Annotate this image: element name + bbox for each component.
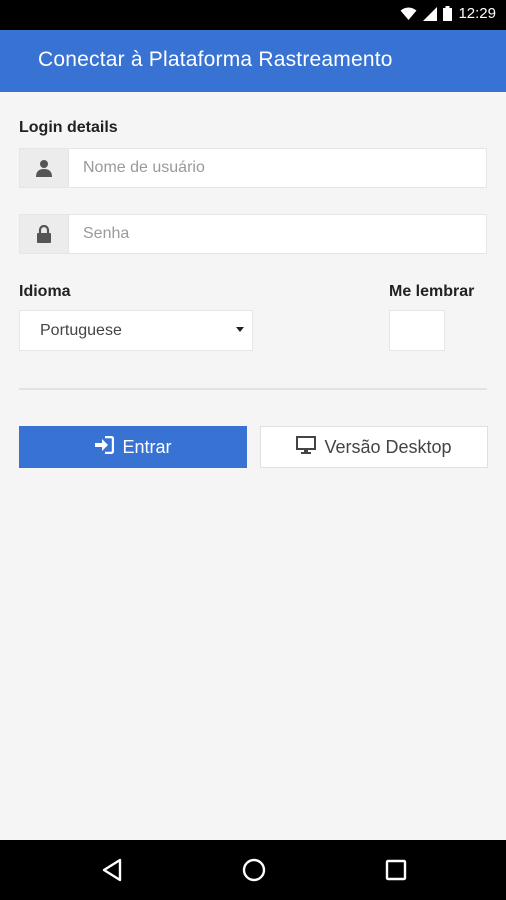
password-group (19, 214, 487, 254)
remember-label: Me lembrar (389, 283, 475, 300)
app-header: Conectar à Plataforma Rastreamento (0, 30, 506, 92)
divider (19, 388, 487, 390)
system-nav-bar (0, 840, 506, 900)
login-button-label: Entrar (122, 436, 172, 457)
desktop-version-button[interactable]: Versão Desktop (260, 426, 488, 468)
status-icons: 12:29 (400, 5, 496, 22)
back-icon[interactable] (96, 854, 128, 886)
status-time: 12:29 (458, 5, 496, 22)
remember-checkbox[interactable] (389, 310, 445, 351)
login-form: Login details Idioma Me lembrar Portugue… (0, 92, 506, 840)
language-select-value: Portuguese (40, 322, 122, 339)
home-icon[interactable] (238, 854, 270, 886)
page-title: Conectar à Plataforma Rastreamento (38, 48, 393, 71)
user-icon (19, 148, 68, 188)
desktop-version-label: Versão Desktop (324, 436, 452, 457)
desktop-icon (296, 435, 317, 459)
login-button[interactable]: Entrar (19, 426, 247, 468)
lock-icon (19, 214, 68, 254)
sign-in-icon (94, 435, 115, 459)
battery-icon (443, 6, 453, 21)
status-bar: 12:29 (0, 0, 506, 30)
caret-down-icon (236, 327, 244, 332)
language-select[interactable]: Portuguese (19, 310, 253, 351)
wifi-icon (400, 7, 417, 21)
signal-icon (423, 6, 438, 21)
username-input[interactable] (68, 148, 487, 188)
password-input[interactable] (68, 214, 487, 254)
recents-icon[interactable] (380, 854, 412, 886)
username-group (19, 148, 487, 188)
language-label: Idioma (19, 283, 71, 300)
login-details-label: Login details (19, 119, 118, 136)
